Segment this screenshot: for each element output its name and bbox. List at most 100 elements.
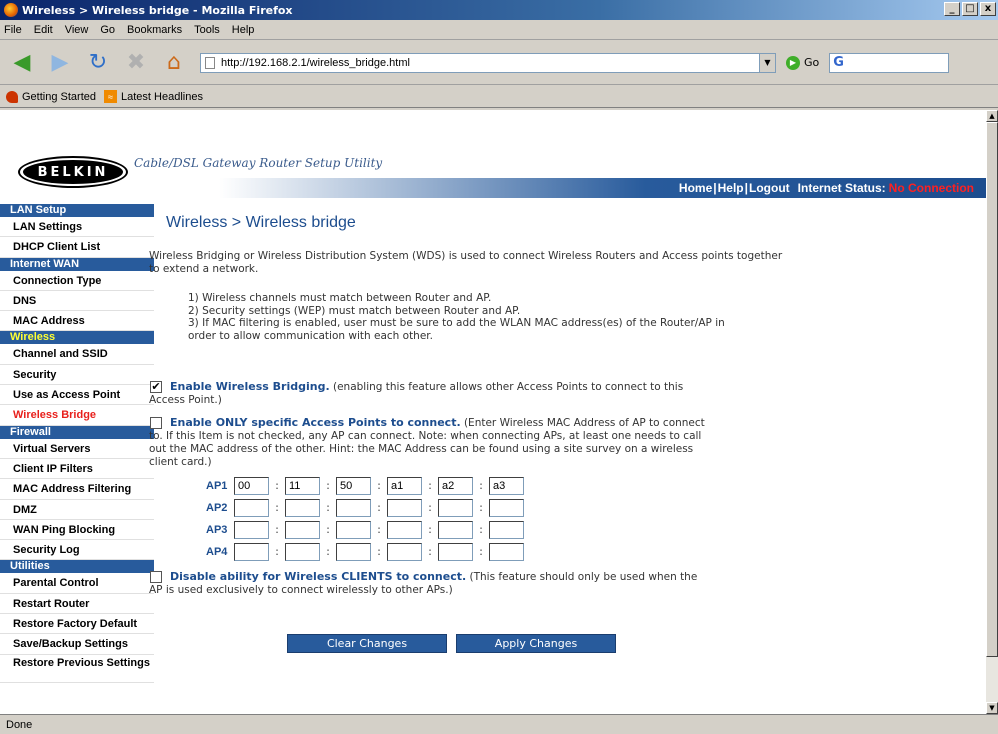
ap1-label: AP1: [206, 480, 228, 492]
close-button[interactable]: x: [980, 2, 996, 16]
requirements-notes: 1) Wireless channels must match between …: [188, 292, 748, 342]
sidebar-item-lan-settings[interactable]: LAN Settings: [0, 217, 154, 238]
clear-changes-button[interactable]: Clear Changes: [287, 634, 447, 653]
ap3-mac-octet-4[interactable]: [387, 521, 422, 539]
internet-status-label: Internet Status:: [797, 181, 886, 195]
home-link[interactable]: Home: [679, 181, 712, 195]
option-disable-wireless-clients: Disable ability for Wireless CLIENTS to …: [149, 570, 709, 597]
ap4-label: AP4: [206, 546, 228, 558]
internet-status-value: No Connection: [888, 181, 974, 195]
scroll-down-arrow-icon[interactable]: ▼: [986, 702, 998, 714]
ap4-mac-octet-6[interactable]: [489, 543, 524, 561]
ap3-mac-octet-6[interactable]: [489, 521, 524, 539]
ap2-mac-octet-6[interactable]: [489, 499, 524, 517]
ap4-mac-octet-5[interactable]: [438, 543, 473, 561]
bookmark-getting-started[interactable]: Getting Started: [6, 90, 96, 103]
menu-bookmarks[interactable]: Bookmarks: [127, 24, 182, 36]
sidebar-item-restore-factory-default[interactable]: Restore Factory Default: [0, 614, 154, 635]
sidebar-item-channel-ssid[interactable]: Channel and SSID: [0, 344, 154, 365]
sidebar-item-dmz[interactable]: DMZ: [0, 500, 154, 520]
menu-file[interactable]: File: [4, 24, 22, 36]
disable-clients-checkbox[interactable]: [150, 571, 162, 583]
ap3-mac-octet-1[interactable]: [234, 521, 269, 539]
ap1-mac-octet-3[interactable]: 50: [336, 477, 371, 495]
utility-tagline: Cable/DSL Gateway Router Setup Utility: [134, 156, 383, 170]
intro-text: Wireless Bridging or Wireless Distributi…: [149, 250, 783, 275]
scroll-thumb[interactable]: [986, 122, 998, 657]
sidebar-item-connection-type[interactable]: Connection Type: [0, 271, 154, 291]
status-bar: Done: [0, 714, 998, 734]
go-button[interactable]: ▶ Go: [786, 55, 819, 70]
enable-specific-aps-checkbox[interactable]: [150, 417, 162, 429]
ap4-mac-octet-4[interactable]: [387, 543, 422, 561]
bookmark-latest-headlines[interactable]: ≈ Latest Headlines: [104, 90, 203, 103]
sidebar-item-restart-router[interactable]: Restart Router: [0, 594, 154, 615]
ap2-mac-octet-2[interactable]: [285, 499, 320, 517]
sidebar-item-security[interactable]: Security: [0, 365, 154, 386]
option-enable-wireless-bridging: ✔ Enable Wireless Bridging. (enabling thi…: [149, 380, 709, 407]
menu-help[interactable]: Help: [232, 24, 255, 36]
page-icon: [205, 56, 215, 69]
sidebar-item-wireless-bridge[interactable]: Wireless Bridge: [0, 405, 154, 426]
belkin-logo: BELKIN: [18, 156, 128, 188]
logout-link[interactable]: Logout: [749, 181, 790, 195]
home-icon[interactable]: ⌂: [158, 49, 190, 77]
window-title: Wireless > Wireless bridge - Mozilla Fir…: [22, 3, 293, 17]
sidebar-item-dns[interactable]: DNS: [0, 291, 154, 312]
sidebar: LAN Setup LAN Settings DHCP Client List …: [0, 204, 154, 683]
menu-edit[interactable]: Edit: [34, 24, 53, 36]
address-dropdown-button[interactable]: ▼: [760, 52, 776, 73]
back-arrow-icon[interactable]: ◀: [6, 49, 38, 77]
navigation-toolbar: ◀ ▶ ↻ ✖ ⌂ http://192.168.2.1/wireless_br…: [0, 41, 998, 85]
ap1-mac-octet-6[interactable]: a3: [489, 477, 524, 495]
header-bar: Home | Help | Logout Internet Status: No Con…: [134, 178, 986, 198]
go-icon: ▶: [786, 55, 800, 70]
sidebar-item-use-as-access-point[interactable]: Use as Access Point: [0, 385, 154, 406]
ap4-mac-octet-2[interactable]: [285, 543, 320, 561]
logo-text: BELKIN: [23, 160, 123, 184]
menu-go[interactable]: Go: [100, 24, 115, 36]
sidebar-item-security-log[interactable]: Security Log: [0, 540, 154, 561]
sidebar-item-mac-address[interactable]: MAC Address: [0, 311, 154, 332]
ap1-mac-octet-5[interactable]: a2: [438, 477, 473, 495]
sidebar-item-virtual-servers[interactable]: Virtual Servers: [0, 439, 154, 459]
ap3-mac-octet-5[interactable]: [438, 521, 473, 539]
ap3-label: AP3: [206, 524, 228, 536]
ap2-mac-octet-5[interactable]: [438, 499, 473, 517]
ap4-mac-octet-3[interactable]: [336, 543, 371, 561]
enable-bridging-checkbox[interactable]: ✔: [150, 381, 162, 393]
page-content: BELKIN Cable/DSL Gateway Router Setup Ut…: [0, 110, 986, 714]
menu-tools[interactable]: Tools: [194, 24, 220, 36]
ap1-mac-octet-1[interactable]: 00: [234, 477, 269, 495]
sidebar-item-parental-control[interactable]: Parental Control: [0, 573, 154, 594]
sidebar-heading-internet-wan: Internet WAN: [0, 257, 154, 271]
sidebar-item-save-backup-settings[interactable]: Save/Backup Settings: [0, 634, 154, 655]
sidebar-item-restore-previous-settings[interactable]: Restore Previous Settings: [0, 655, 154, 683]
vertical-scrollbar[interactable]: ▲ ▼: [986, 110, 998, 714]
stop-icon[interactable]: ✖: [120, 49, 152, 77]
address-bar[interactable]: http://192.168.2.1/wireless_bridge.html: [200, 52, 760, 73]
ap2-mac-octet-1[interactable]: [234, 499, 269, 517]
sidebar-item-dhcp-client-list[interactable]: DHCP Client List: [0, 237, 154, 258]
ap1-mac-octet-2[interactable]: 11: [285, 477, 320, 495]
apply-changes-button[interactable]: Apply Changes: [456, 634, 616, 653]
minimize-button[interactable]: _: [944, 2, 960, 16]
ap2-mac-octet-3[interactable]: [336, 499, 371, 517]
sidebar-item-wan-ping-blocking[interactable]: WAN Ping Blocking: [0, 520, 154, 541]
maximize-button[interactable]: □: [962, 2, 978, 16]
ap1-mac-octet-4[interactable]: a1: [387, 477, 422, 495]
reload-icon[interactable]: ↻: [82, 49, 114, 77]
ap2-mac-octet-4[interactable]: [387, 499, 422, 517]
sidebar-item-client-ip-filters[interactable]: Client IP Filters: [0, 459, 154, 480]
ap4-mac-octet-1[interactable]: [234, 543, 269, 561]
bookmark-label: Getting Started: [22, 90, 96, 103]
menu-view[interactable]: View: [65, 24, 89, 36]
window-title-bar: Wireless > Wireless bridge - Mozilla Fir…: [0, 0, 998, 20]
forward-arrow-icon[interactable]: ▶: [44, 49, 76, 77]
sidebar-item-mac-address-filtering[interactable]: MAC Address Filtering: [0, 479, 154, 500]
ap3-mac-octet-3[interactable]: [336, 521, 371, 539]
scroll-up-arrow-icon[interactable]: ▲: [986, 110, 998, 122]
search-box[interactable]: G: [829, 52, 950, 73]
help-link[interactable]: Help: [718, 181, 744, 195]
ap3-mac-octet-2[interactable]: [285, 521, 320, 539]
